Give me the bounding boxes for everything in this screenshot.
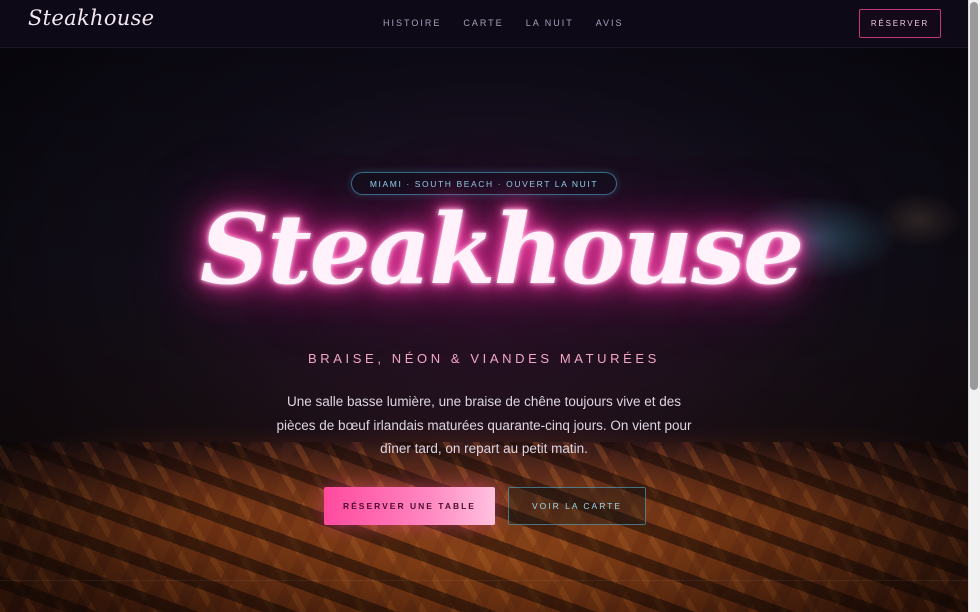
site-logo[interactable]: Steakhouse xyxy=(28,6,154,30)
nav-link-carte[interactable]: CARTE xyxy=(463,18,503,28)
hero-tagline: BRAISE, NÉON & VIANDES MATURÉES xyxy=(308,351,660,366)
reserve-button[interactable]: RÉSERVER xyxy=(859,9,941,38)
reserve-table-button[interactable]: RÉSERVER UNE TABLE xyxy=(324,487,495,525)
nav-link-histoire[interactable]: HISTOIRE xyxy=(383,18,441,28)
section-divider xyxy=(0,580,968,581)
hero-intro-text: Une salle basse lumière, une braise de c… xyxy=(276,394,692,456)
hero-neon-title: Steakhouse xyxy=(200,193,804,306)
view-menu-button[interactable]: VOIR LA CARTE xyxy=(508,487,646,525)
top-navigation-bar: Steakhouse HISTOIRE CARTE LA NUIT AVIS R… xyxy=(0,0,968,48)
nav-link-avis[interactable]: AVIS xyxy=(596,18,624,28)
main-nav: HISTOIRE CARTE LA NUIT AVIS xyxy=(383,18,646,28)
scrollbar-thumb[interactable] xyxy=(970,2,978,390)
nav-link-la-nuit[interactable]: LA NUIT xyxy=(526,18,574,28)
